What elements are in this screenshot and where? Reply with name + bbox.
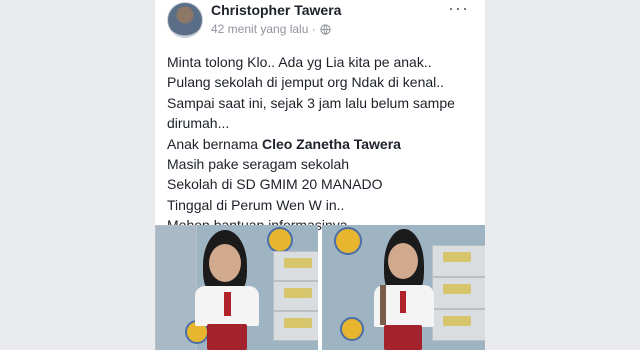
- post-photo[interactable]: [322, 225, 485, 350]
- post-body: Minta tolong Klo.. Ada yg Lia kita pe an…: [167, 52, 483, 236]
- post-header: Christopher Tawera 42 menit yang lalu · …: [155, 0, 485, 42]
- author-avatar[interactable]: [167, 2, 203, 38]
- post-photos: [155, 225, 485, 350]
- post-line: Tinggal di Perum Wen W in..: [167, 196, 345, 213]
- child-name: Cleo Zanetha Tawera: [261, 135, 401, 152]
- child-figure: [372, 229, 438, 350]
- facebook-post: Christopher Tawera 42 menit yang lalu · …: [155, 0, 485, 350]
- post-line: Pulang sekolah di jemput org Ndak di ken…: [167, 74, 445, 91]
- post-photo[interactable]: [155, 225, 318, 350]
- child-name-line: Anak bernama Cleo Zanetha Tawera: [167, 134, 483, 154]
- more-options-icon[interactable]: ···: [448, 0, 469, 19]
- post-line: dirumah...: [167, 115, 230, 132]
- post-timestamp[interactable]: 42 menit yang lalu ·: [211, 22, 316, 36]
- author-name[interactable]: Christopher Tawera: [211, 2, 341, 18]
- post-line: Sekolah di SD GMIM 20 MANADO: [167, 176, 383, 193]
- post-line: Sampai saat ini, sejak 3 jam lalu belum …: [167, 94, 455, 111]
- globe-icon: [320, 23, 331, 35]
- post-meta: 42 menit yang lalu ·: [211, 22, 331, 36]
- name-prefix: Anak bernama: [167, 135, 262, 152]
- post-line: Masih pake seragam sekolah: [167, 156, 350, 173]
- post-line: Minta tolong Klo.. Ada yg Lia kita pe an…: [167, 54, 432, 70]
- child-figure: [193, 230, 263, 350]
